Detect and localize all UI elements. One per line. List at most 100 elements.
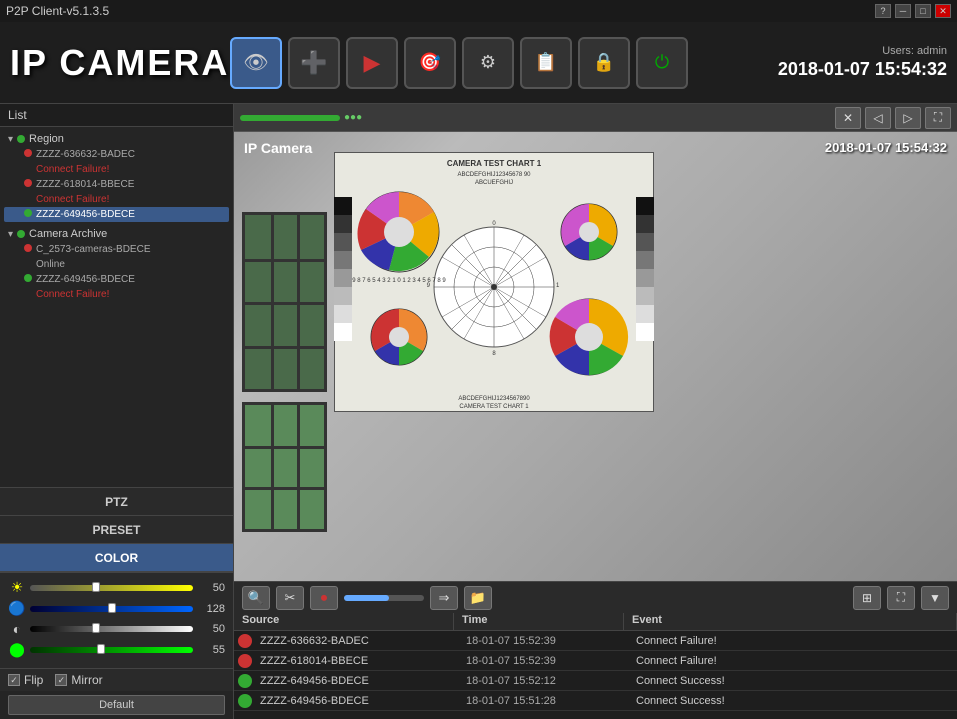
- mirror-checkbox-label[interactable]: ✓ Mirror: [55, 673, 102, 687]
- event-event: Connect Failure!: [632, 635, 957, 647]
- table-row[interactable]: ZZZZ-649456-BDECE 18-01-07 15:51:28 Conn…: [234, 691, 957, 711]
- event-indicator: [238, 654, 252, 668]
- list-item[interactable]: ZZZZ-618014-BBECE: [4, 177, 229, 192]
- event-event: Connect Failure!: [632, 655, 957, 667]
- datetime-area: Users: admin 2018-01-07 15:54:32: [778, 45, 947, 80]
- event-time: 18-01-07 15:52:39: [462, 655, 632, 667]
- toolbar-camera-btn[interactable]: 👁: [230, 37, 282, 89]
- flip-mirror-panel: ✓ Flip ✓ Mirror: [0, 668, 233, 691]
- list-item[interactable]: ZZZZ-649456-BDECE: [4, 272, 229, 287]
- stream-btn[interactable]: ⇒: [430, 586, 458, 610]
- status-dot: [17, 230, 25, 238]
- device-list[interactable]: ▾ Region ZZZZ-636632-BADEC Connect Failu…: [0, 127, 233, 487]
- hue-control: ⬤ 55: [8, 641, 225, 658]
- toolbar-add-btn[interactable]: ➕: [288, 37, 340, 89]
- list-item: Online: [4, 257, 229, 272]
- table-row[interactable]: ZZZZ-649456-BDECE 18-01-07 15:52:12 Conn…: [234, 671, 957, 691]
- record-btn[interactable]: ⏺: [310, 586, 338, 610]
- flip-label: Flip: [24, 673, 43, 687]
- hue-slider[interactable]: [30, 645, 193, 655]
- titlebar: P2P Client-v5.1.3.5 ? ─ □ ✕: [0, 0, 957, 22]
- video-display: CAMERA TEST CHART 1 ABCDEFGHIJ12345678 9…: [234, 132, 957, 581]
- folder-btn[interactable]: 📁: [464, 586, 492, 610]
- snapshot-btn[interactable]: ✂: [276, 586, 304, 610]
- events-body: ZZZZ-636632-BADEC 18-01-07 15:52:39 Conn…: [234, 631, 957, 711]
- saturation-control: 🔵 128: [8, 600, 225, 617]
- status-dot: [17, 135, 25, 143]
- minimize-button[interactable]: ─: [895, 4, 911, 18]
- toolbar-power-btn[interactable]: ⏻: [636, 37, 688, 89]
- close-button[interactable]: ✕: [935, 4, 951, 18]
- event-time: 18-01-07 15:51:28: [462, 695, 632, 707]
- sidebar: List ▾ Region ZZZZ-636632-BADEC Connect …: [0, 104, 234, 719]
- device-group-header-2[interactable]: ▾ Camera Archive: [4, 226, 229, 242]
- tab-preset[interactable]: PRESET: [0, 516, 233, 544]
- grid-btn[interactable]: ⊞: [853, 586, 881, 610]
- contrast-value: 50: [197, 623, 225, 635]
- default-button[interactable]: Default: [8, 695, 225, 715]
- signal-label: ●●●: [344, 112, 362, 123]
- toolbar-record-btn[interactable]: ▶: [346, 37, 398, 89]
- fullscreen-btn[interactable]: ⛶: [887, 586, 915, 610]
- table-row[interactable]: ZZZZ-618014-BBECE 18-01-07 15:52:39 Conn…: [234, 651, 957, 671]
- toolbar-ptz-btn[interactable]: 🎯: [404, 37, 456, 89]
- flip-checkbox-label[interactable]: ✓ Flip: [8, 673, 43, 687]
- sidebar-tabs: PTZ PRESET COLOR: [0, 487, 233, 572]
- window-element-2: [242, 402, 327, 532]
- tab-color[interactable]: COLOR: [0, 544, 233, 572]
- toolbar-lock-btn[interactable]: 🔒: [578, 37, 630, 89]
- flip-checkbox[interactable]: ✓: [8, 674, 20, 686]
- event-time: 18-01-07 15:52:12: [462, 675, 632, 687]
- event-source: ZZZZ-618014-BBECE: [256, 655, 462, 667]
- users-label: Users: admin: [778, 45, 947, 57]
- col-header-source: Source: [234, 610, 454, 630]
- maximize-button[interactable]: □: [915, 4, 931, 18]
- table-row[interactable]: ZZZZ-636632-BADEC 18-01-07 15:52:39 Conn…: [234, 631, 957, 651]
- logo-area: IP CAMERA: [10, 42, 230, 84]
- event-source: ZZZZ-649456-BDECE: [256, 695, 462, 707]
- list-item[interactable]: ZZZZ-649456-BDECE: [4, 207, 229, 222]
- device-group-header-1[interactable]: ▾ Region: [4, 131, 229, 147]
- content-area: ●●● ✕ ◁ ▷ ⛶: [234, 104, 957, 719]
- toolbar-settings-btn[interactable]: ⚙: [462, 37, 514, 89]
- saturation-slider[interactable]: [30, 604, 193, 614]
- video-panel: CAMERA TEST CHART 1 ABCDEFGHIJ12345678 9…: [234, 132, 957, 609]
- contrast-slider[interactable]: [30, 624, 193, 634]
- brightness-slider[interactable]: [30, 583, 193, 593]
- event-event: Connect Success!: [632, 695, 957, 707]
- window-close-btn[interactable]: ✕: [835, 107, 861, 129]
- svg-text:9 8 7 6 5 4 3 2 1 0 1 2 3 4 5: 9 8 7 6 5 4 3 2 1 0 1 2 3 4 5 6 7 8 9: [352, 278, 446, 284]
- event-source: ZZZZ-636632-BADEC: [256, 635, 462, 647]
- status-dot: [24, 244, 32, 252]
- brightness-control: ☀ 50: [8, 579, 225, 596]
- contrast-icon: ◐: [8, 621, 26, 637]
- list-header: List: [0, 104, 233, 127]
- camera-test-chart: CAMERA TEST CHART 1 ABCDEFGHIJ12345678 9…: [334, 152, 654, 412]
- list-item[interactable]: C_2573-cameras-BDECE: [4, 242, 229, 257]
- video-controls: 🔍 ✂ ⏺ ⇒ 📁 ⊞ ⛶ ▼: [234, 581, 957, 613]
- events-header: Source Time Event: [234, 610, 957, 631]
- window-fullscreen-btn[interactable]: ⛶: [925, 107, 951, 129]
- mirror-label: Mirror: [71, 673, 102, 687]
- mirror-checkbox[interactable]: ✓: [55, 674, 67, 686]
- event-source: ZZZZ-649456-BDECE: [256, 675, 462, 687]
- main-layout: List ▾ Region ZZZZ-636632-BADEC Connect …: [0, 104, 957, 719]
- svg-text:ABCDEFGHIJ1234567890: ABCDEFGHIJ1234567890: [458, 396, 530, 402]
- svg-text:ABCUEFGHIJ: ABCUEFGHIJ: [475, 180, 513, 186]
- list-item[interactable]: ZZZZ-636632-BADEC: [4, 147, 229, 162]
- hue-icon: ⬤: [8, 641, 26, 658]
- window-element: [242, 212, 327, 392]
- video-toolbar: ●●● ✕ ◁ ▷ ⛶: [234, 104, 957, 132]
- col-header-time: Time: [454, 610, 624, 630]
- tab-ptz[interactable]: PTZ: [0, 488, 233, 516]
- group-name-1: Region: [29, 133, 64, 145]
- event-indicator: [238, 634, 252, 648]
- window-expand-btn[interactable]: ▷: [895, 107, 921, 129]
- expand-btn[interactable]: ▼: [921, 586, 949, 610]
- help-button[interactable]: ?: [875, 4, 891, 18]
- volume-slider[interactable]: [344, 595, 424, 601]
- event-event: Connect Success!: [632, 675, 957, 687]
- toolbar-files-btn[interactable]: 📋: [520, 37, 572, 89]
- zoom-in-btn[interactable]: 🔍: [242, 586, 270, 610]
- window-restore-btn[interactable]: ◁: [865, 107, 891, 129]
